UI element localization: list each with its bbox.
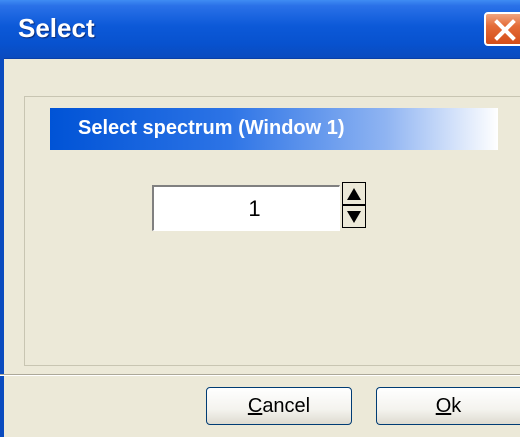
select-dialog: Select Select spectrum (Window 1) 1 Canc… xyxy=(0,0,520,437)
close-x-icon xyxy=(494,19,516,41)
cancel-label: ancel xyxy=(262,395,311,417)
arrow-down-icon xyxy=(347,211,361,223)
ok-button[interactable]: Ok xyxy=(376,387,520,425)
spectrum-spinner xyxy=(342,182,366,228)
footer-divider-highlight xyxy=(0,375,520,376)
spin-up-button[interactable] xyxy=(342,182,366,205)
title-bar[interactable]: Select xyxy=(0,0,520,59)
section-banner: Select spectrum (Window 1) xyxy=(50,108,498,150)
spin-down-button[interactable] xyxy=(342,205,366,228)
ok-accelerator: O xyxy=(435,395,452,417)
spectrum-number-value: 1 xyxy=(248,196,261,221)
cancel-accelerator: C xyxy=(247,395,263,417)
cancel-button[interactable]: Cancel xyxy=(206,387,352,425)
ok-label: k xyxy=(451,395,462,417)
close-button[interactable] xyxy=(484,12,520,46)
banner-label: Select spectrum (Window 1) xyxy=(78,117,345,139)
spectrum-number-input[interactable]: 1 xyxy=(152,185,340,231)
window-title: Select xyxy=(18,13,95,43)
window-left-border xyxy=(0,58,4,437)
arrow-up-icon xyxy=(347,188,361,200)
